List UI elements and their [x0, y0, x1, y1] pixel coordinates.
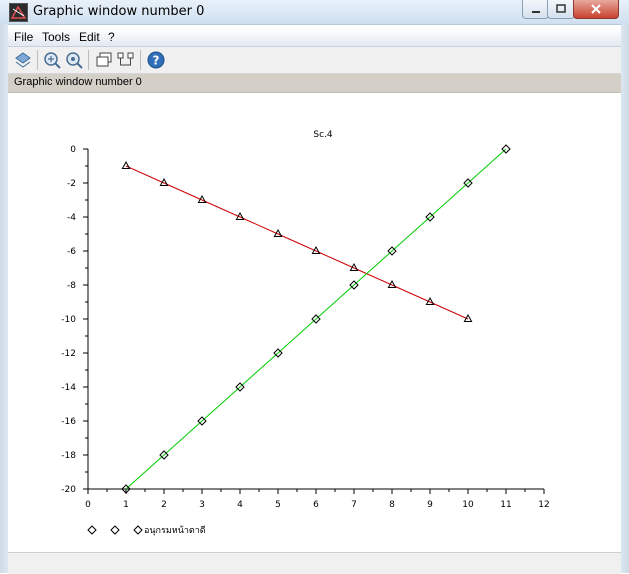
- y-tick-label: -16: [61, 417, 76, 427]
- svg-text:?: ?: [153, 54, 160, 68]
- info-bar: Graphic window number 0: [8, 74, 621, 93]
- x-tick-label: 8: [389, 500, 395, 510]
- y-tick-label: -12: [61, 349, 76, 359]
- legend-label: อนุกรมหน้าตาดี: [144, 525, 206, 536]
- x-tick-label: 3: [199, 500, 205, 510]
- y-tick-label: -20: [61, 485, 76, 495]
- series-line-1: [125, 165, 469, 320]
- window-title: Graphic window number 0: [33, 4, 205, 19]
- toolbar-separator: [37, 50, 38, 70]
- y-tick-label: -4: [67, 213, 76, 223]
- menu-file[interactable]: File: [14, 30, 33, 44]
- zoom-out-button[interactable]: [64, 50, 84, 70]
- data-point: [121, 160, 131, 169]
- minimize-icon: [531, 11, 540, 13]
- plot-area: Sc.40 1 2 3 4 5 6 7 8 9 10 11 120-2-4-6-8-10-12-14-1…: [61, 130, 549, 536]
- help-button[interactable]: ?: [146, 50, 166, 70]
- window-icon: [96, 52, 112, 67]
- title-bar: Graphic window number 0: [0, 0, 629, 25]
- toolbar-separator: [88, 50, 89, 70]
- window-frame-right: [621, 24, 629, 573]
- datatip-button[interactable]: [116, 50, 136, 70]
- help-icon: ?: [147, 51, 165, 69]
- window-frame-left: [0, 24, 8, 573]
- legend-marker: [133, 525, 143, 535]
- x-tick-label: 1: [123, 500, 129, 510]
- minimize-button[interactable]: [522, 0, 549, 19]
- x-tick-label: 2: [161, 500, 167, 510]
- toolbar-separator: [140, 50, 141, 70]
- maximize-icon: [556, 4, 566, 13]
- toolbar: ?: [8, 47, 621, 74]
- menu-help[interactable]: ?: [108, 30, 115, 44]
- zoom-out-icon: [66, 52, 83, 69]
- x-tick-label: 0: [85, 500, 91, 510]
- y-tick-label: -8: [67, 281, 76, 291]
- zoom-in-icon: [44, 52, 61, 69]
- app-icon: [9, 3, 28, 22]
- x-tick-label: 6: [313, 500, 319, 510]
- y-tick-label: -6: [67, 247, 76, 257]
- close-icon: [591, 4, 601, 14]
- maximize-button[interactable]: [547, 0, 575, 19]
- rotate-icon: [15, 52, 31, 68]
- legend-marker: [87, 525, 97, 535]
- x-tick-label: 11: [500, 500, 511, 510]
- y-tick-label: -14: [61, 383, 76, 393]
- window-button[interactable]: [94, 50, 114, 70]
- close-button[interactable]: [573, 0, 619, 19]
- x-tick-label: 4: [237, 500, 243, 510]
- rotate-button[interactable]: [13, 50, 33, 70]
- y-tick-label: 0: [70, 145, 76, 155]
- zoom-in-button[interactable]: [42, 50, 62, 70]
- menu-bar: File Tools Edit ?: [8, 28, 621, 47]
- graphic-canvas[interactable]: Sc.4 0 1 2 3 4 5 6 7 8 9 10 11 12 0 -2 -4 -6 -8 -10 -12 -14 -1…: [8, 93, 621, 552]
- x-tick-label: 12: [538, 500, 549, 510]
- y-tick-label: -18: [61, 451, 76, 461]
- y-tick-label: -10: [61, 315, 76, 325]
- info-bar-text: Graphic window number 0: [14, 76, 142, 88]
- x-tick-label: 7: [351, 500, 357, 510]
- menu-tools[interactable]: Tools: [42, 30, 70, 44]
- legend-marker: [110, 525, 120, 535]
- x-tick-label: 10: [462, 500, 474, 510]
- x-tick-label: 9: [427, 500, 433, 510]
- menu-edit[interactable]: Edit: [79, 30, 100, 44]
- x-tick-label: 5: [275, 500, 281, 510]
- status-bar: [8, 552, 621, 574]
- y-tick-label: -2: [67, 179, 76, 189]
- series-line-2: [125, 148, 507, 490]
- datatip-icon: [117, 52, 134, 66]
- chart-title: Sc.4: [313, 130, 333, 140]
